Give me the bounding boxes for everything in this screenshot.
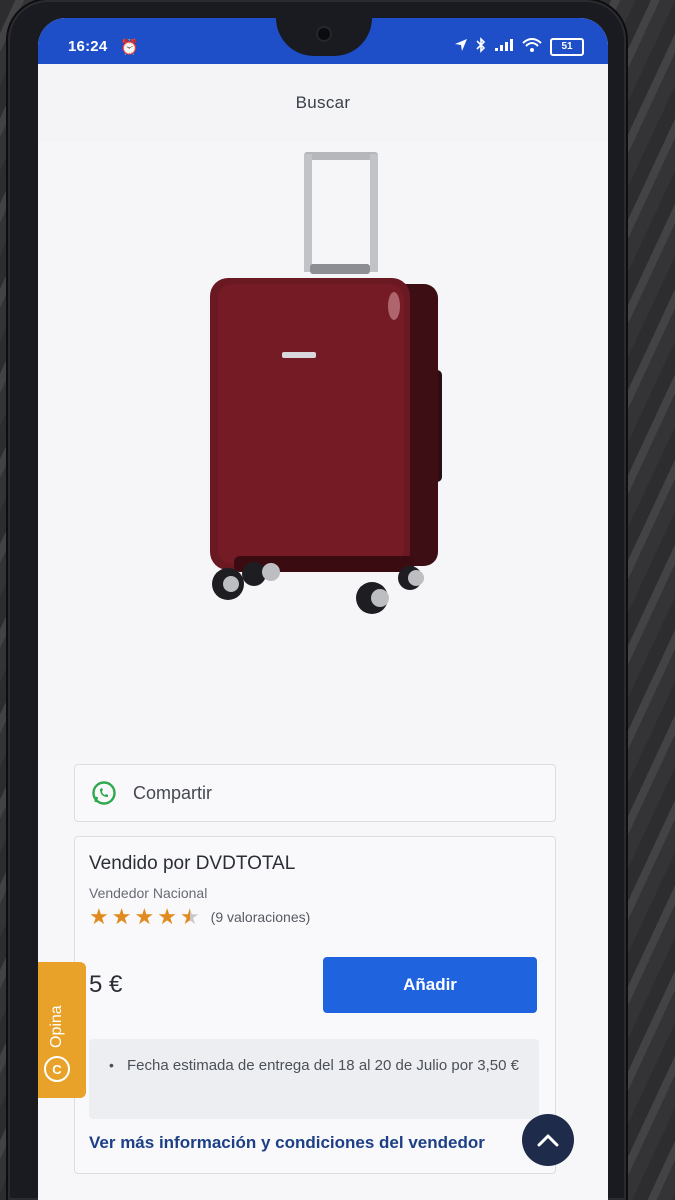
star-icon: ★ bbox=[157, 904, 177, 929]
suitcase-image bbox=[210, 152, 442, 614]
add-button[interactable]: Añadir bbox=[323, 957, 537, 1013]
delivery-info: • Fecha estimada de entrega del 18 al 20… bbox=[89, 1039, 539, 1119]
bullet-icon: • bbox=[109, 1057, 114, 1073]
share-label: Compartir bbox=[133, 782, 213, 803]
opina-content: C Opina bbox=[44, 1005, 70, 1082]
scroll-top-button[interactable] bbox=[522, 1114, 574, 1166]
status-icons: 51 bbox=[454, 37, 584, 56]
wifi-icon bbox=[522, 38, 542, 55]
feedback-icon: C bbox=[44, 1056, 70, 1082]
app-screen: 16:24 ⏰ 51 Buscar Compartir Vendido por … bbox=[38, 18, 608, 1200]
seller-card: Vendido por DVDTOTAL Vendedor Nacional ★… bbox=[74, 836, 556, 1174]
ratings-count[interactable]: (9 valoraciones) bbox=[211, 909, 311, 925]
product-image-area[interactable] bbox=[38, 142, 608, 762]
half-star-icon: ★ bbox=[179, 904, 200, 929]
location-arrow-icon bbox=[454, 38, 468, 55]
phone-frame: 16:24 ⏰ 51 Buscar Compartir Vendido por … bbox=[8, 0, 626, 1200]
status-bar: 16:24 ⏰ 51 bbox=[38, 18, 608, 64]
signal-icon bbox=[494, 38, 514, 55]
page-title[interactable]: Buscar bbox=[296, 93, 351, 113]
star-icon: ★ bbox=[89, 904, 109, 929]
opina-feedback-tab[interactable]: C Opina bbox=[38, 962, 86, 1098]
opina-label: Opina bbox=[48, 1005, 65, 1048]
top-header: Buscar bbox=[38, 64, 608, 142]
alarm-icon: ⏰ bbox=[120, 39, 139, 56]
star-icon: ★ bbox=[111, 904, 132, 929]
seller-info-link[interactable]: Ver más información y condiciones del ve… bbox=[89, 1133, 485, 1153]
battery-icon: 51 bbox=[550, 37, 584, 56]
front-camera bbox=[318, 28, 330, 40]
status-time: 16:24 bbox=[68, 38, 108, 55]
bluetooth-icon bbox=[476, 37, 486, 56]
seller-type: Vendedor Nacional bbox=[89, 885, 208, 901]
chevron-up-icon bbox=[537, 1134, 559, 1147]
whatsapp-icon bbox=[92, 781, 116, 805]
seller-title: Vendido por DVDTOTAL bbox=[89, 853, 296, 874]
share-card[interactable]: Compartir bbox=[74, 764, 556, 822]
price: 5 € bbox=[89, 971, 123, 998]
star-icon: ★ bbox=[134, 904, 155, 929]
delivery-text: Fecha estimada de entrega del 18 al 20 d… bbox=[127, 1057, 519, 1074]
rating-stars: ★ ★ ★ ★ ★ (9 valoraciones) bbox=[89, 906, 310, 928]
battery-level: 51 bbox=[561, 40, 573, 52]
